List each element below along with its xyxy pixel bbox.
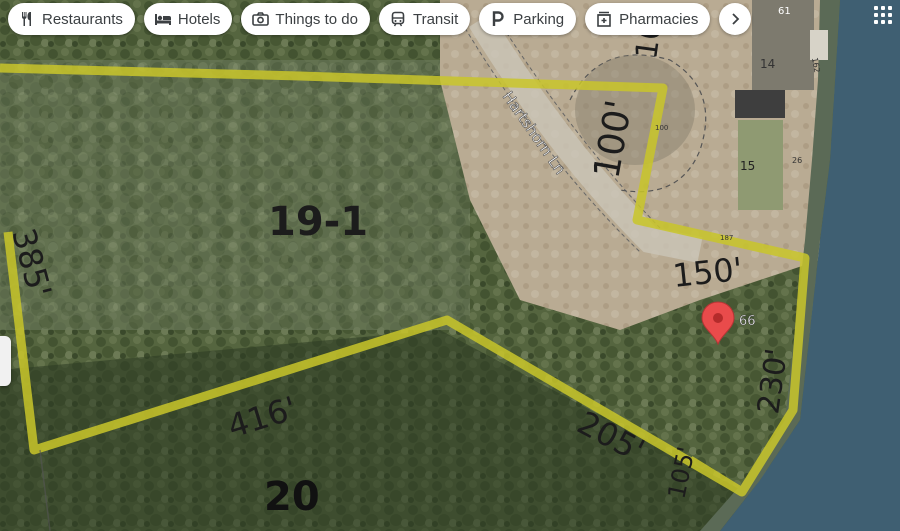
building <box>810 30 828 60</box>
lot-number-20: 20 <box>264 474 320 520</box>
chevron-right-icon <box>726 10 744 28</box>
train-icon <box>389 10 407 28</box>
chip-parking[interactable]: Parking <box>479 3 577 35</box>
chip-pharmacies[interactable]: Pharmacies <box>585 3 711 35</box>
chip-label: Transit <box>412 10 459 28</box>
pin-label[interactable]: 66 <box>739 314 756 329</box>
chip-restaurants[interactable]: Restaurants <box>8 3 135 35</box>
bed-icon <box>154 10 172 28</box>
category-chips: Restaurants Hotels Things to do Transit … <box>8 3 752 35</box>
house-number: 14 <box>760 57 775 71</box>
house-number: 61 <box>778 6 791 17</box>
side-panel-handle[interactable] <box>0 336 11 386</box>
satellite-map[interactable]: 19-1 20 385' 416' 205' 105' 100' 150' 23… <box>0 0 900 531</box>
dimension-150: 150' <box>671 250 744 295</box>
parcel-mark: 100 <box>655 124 668 132</box>
pharmacy-icon <box>595 10 613 28</box>
building <box>735 90 785 118</box>
chip-label: Restaurants <box>42 10 123 28</box>
parcel-mark: 26 <box>792 156 802 165</box>
chip-label: Parking <box>513 10 565 28</box>
apps-grid-icon[interactable] <box>872 4 894 26</box>
chip-hotels[interactable]: Hotels <box>143 3 233 35</box>
light-forest-area <box>0 60 470 330</box>
chip-label: Hotels <box>177 10 221 28</box>
house-number: 15 <box>740 159 755 173</box>
chip-things-to-do[interactable]: Things to do <box>241 3 370 35</box>
fork-knife-icon <box>18 10 36 28</box>
chip-label: Pharmacies <box>619 10 699 28</box>
parking-icon <box>489 10 507 28</box>
chips-next-button[interactable] <box>719 3 752 35</box>
chip-transit[interactable]: Transit <box>378 3 471 35</box>
chip-label: Things to do <box>275 10 358 28</box>
lot-number-19-1: 19-1 <box>268 199 368 245</box>
camera-icon <box>251 10 269 28</box>
parcel-mark: 187 <box>720 234 733 242</box>
